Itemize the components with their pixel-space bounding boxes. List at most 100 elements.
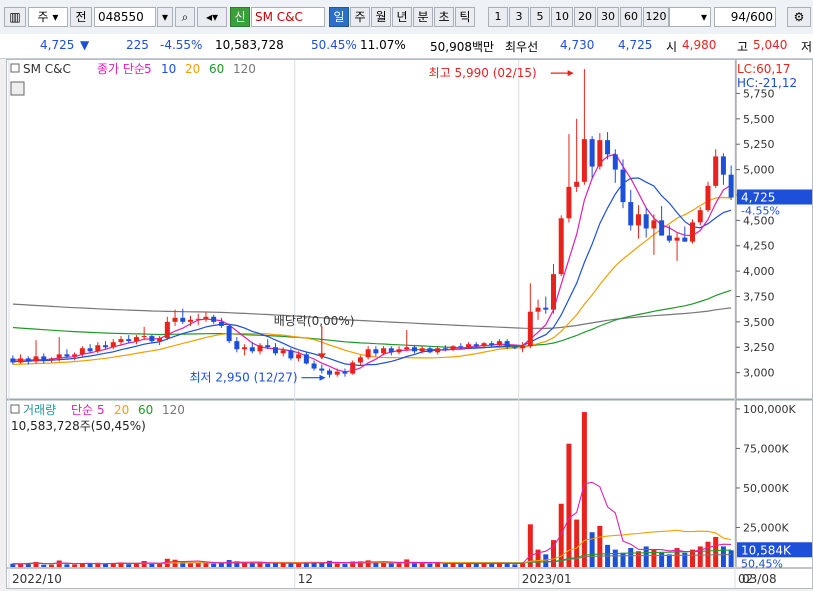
period-button[interactable]: 분 [413, 7, 433, 27]
volume-bar [226, 560, 232, 567]
candle-body [628, 202, 634, 226]
minute-button[interactable]: 5 [530, 7, 550, 27]
volume-bar [427, 563, 433, 567]
candle-body [25, 358, 31, 362]
candle-body [203, 316, 209, 319]
period-button[interactable]: 주 [350, 7, 370, 27]
volume-bar [257, 562, 263, 567]
candle-body [512, 347, 518, 349]
low-annotation: 최저 2,950 (12/27) [190, 371, 298, 385]
period-button[interactable]: 초 [434, 7, 454, 27]
volume-tick-label: 25,000K [743, 521, 789, 534]
candle-body [195, 318, 201, 320]
minute-button[interactable]: 1 [488, 7, 508, 27]
volume-ratio: 50.45% [311, 38, 357, 52]
current-price: 4,725 [40, 38, 75, 52]
layout-icon[interactable]: ▥ [4, 7, 26, 27]
candle-body [682, 237, 688, 242]
stock-code-input[interactable]: 048550 [94, 7, 156, 27]
candle-body [489, 343, 495, 346]
price-tick-label: 5,500 [743, 113, 775, 126]
best-bid: 4,730 [560, 38, 595, 52]
candle-body [41, 356, 47, 361]
candle-body [551, 274, 556, 310]
candle-body [64, 354, 70, 357]
market-label: 주 [37, 10, 49, 24]
volume-bar [373, 562, 379, 567]
volume-bar [149, 563, 155, 567]
candle-body [357, 357, 363, 363]
candle-body [381, 348, 387, 354]
candle-body [427, 348, 433, 353]
high-price: 5,040 [753, 38, 788, 52]
candle-body [527, 311, 533, 347]
candle-body [118, 339, 124, 343]
volume-bar [720, 546, 726, 567]
code-dropdown-chevron-icon[interactable]: ▾ [157, 7, 173, 27]
volume-bar [419, 563, 425, 567]
volume-bar [188, 562, 193, 567]
candle-body [388, 348, 394, 353]
candle-body [218, 321, 224, 326]
period-button[interactable]: 년 [392, 7, 412, 27]
volume-bar [620, 552, 626, 567]
minute-button[interactable]: 60 [620, 7, 642, 27]
page-count-field[interactable]: 94/600 [714, 7, 776, 27]
volume-bar [72, 564, 78, 567]
period-button[interactable]: 틱 [455, 7, 475, 27]
candle-body [257, 345, 263, 352]
period-button[interactable]: 월 [371, 7, 391, 27]
minute-button[interactable]: 30 [597, 7, 619, 27]
candle-body [435, 348, 441, 353]
prefix-button[interactable]: 전 [70, 7, 92, 27]
grid-toggle-icon[interactable] [10, 81, 25, 96]
minute-button[interactable]: 20 [574, 7, 596, 27]
volume-bar [628, 548, 634, 567]
volume-bar [411, 563, 417, 567]
last-change-label: -4.55% [741, 205, 780, 218]
candle-body [373, 349, 379, 354]
sound-icon[interactable]: ◂▾ [197, 7, 227, 27]
candle-body [157, 338, 163, 342]
volume-bar [388, 563, 394, 567]
volume-bar [126, 564, 132, 567]
candle-body [411, 347, 417, 352]
volume-tick-label: 50,000K [743, 482, 789, 495]
extra-dropdown[interactable]: ▾ [669, 7, 711, 27]
volume-bar [435, 563, 441, 567]
candle-body [126, 339, 132, 342]
candle-body [458, 346, 464, 348]
period-button[interactable]: 일 [329, 7, 349, 27]
candle-body [280, 350, 286, 354]
candle-body [342, 371, 348, 374]
minute-button[interactable]: 3 [509, 7, 529, 27]
candle-body [48, 358, 54, 361]
volume-legend-item: 5 [97, 403, 105, 417]
candle-body [581, 139, 587, 182]
stock-name-field[interactable]: SM C&C [251, 7, 325, 27]
lc-indicator: LC:60,17 [737, 62, 790, 76]
volume-bar [365, 560, 371, 567]
market-select[interactable]: 주 ▾ [28, 7, 68, 27]
time-axis-label: 2022/10 [12, 572, 62, 586]
stock-chart[interactable]: 5,7505,5005,2505,0004,7504,5004,2504,000… [7, 60, 812, 588]
settings-icon[interactable]: ⚙ [787, 7, 811, 27]
trade-amount: 50,908백만 [430, 40, 495, 54]
candle-body [481, 343, 487, 347]
volume-bar [64, 564, 70, 567]
chart-area[interactable]: 5,7505,5005,2505,0004,7504,5004,2504,000… [6, 59, 813, 589]
toolbar: ▥ 주 ▾ 전 048550 ▾ ⌕ ◂▾ 신 SM C&C 일주월년분초틱 1… [0, 0, 813, 35]
volume-bar [249, 563, 255, 567]
turnover-rate: 11.07% [360, 38, 406, 52]
candle-body [334, 371, 340, 375]
candle-body [635, 214, 641, 226]
volume-bar [566, 443, 572, 567]
price-tick-label: 4,250 [743, 240, 775, 253]
candle-body [697, 210, 703, 223]
minute-button[interactable]: 10 [551, 7, 573, 27]
candle-body [319, 368, 325, 371]
volume-bar [133, 563, 139, 567]
minute-button[interactable]: 120 [643, 7, 669, 27]
price-legend-item: 10 [161, 62, 176, 76]
search-icon[interactable]: ⌕ [175, 7, 195, 27]
